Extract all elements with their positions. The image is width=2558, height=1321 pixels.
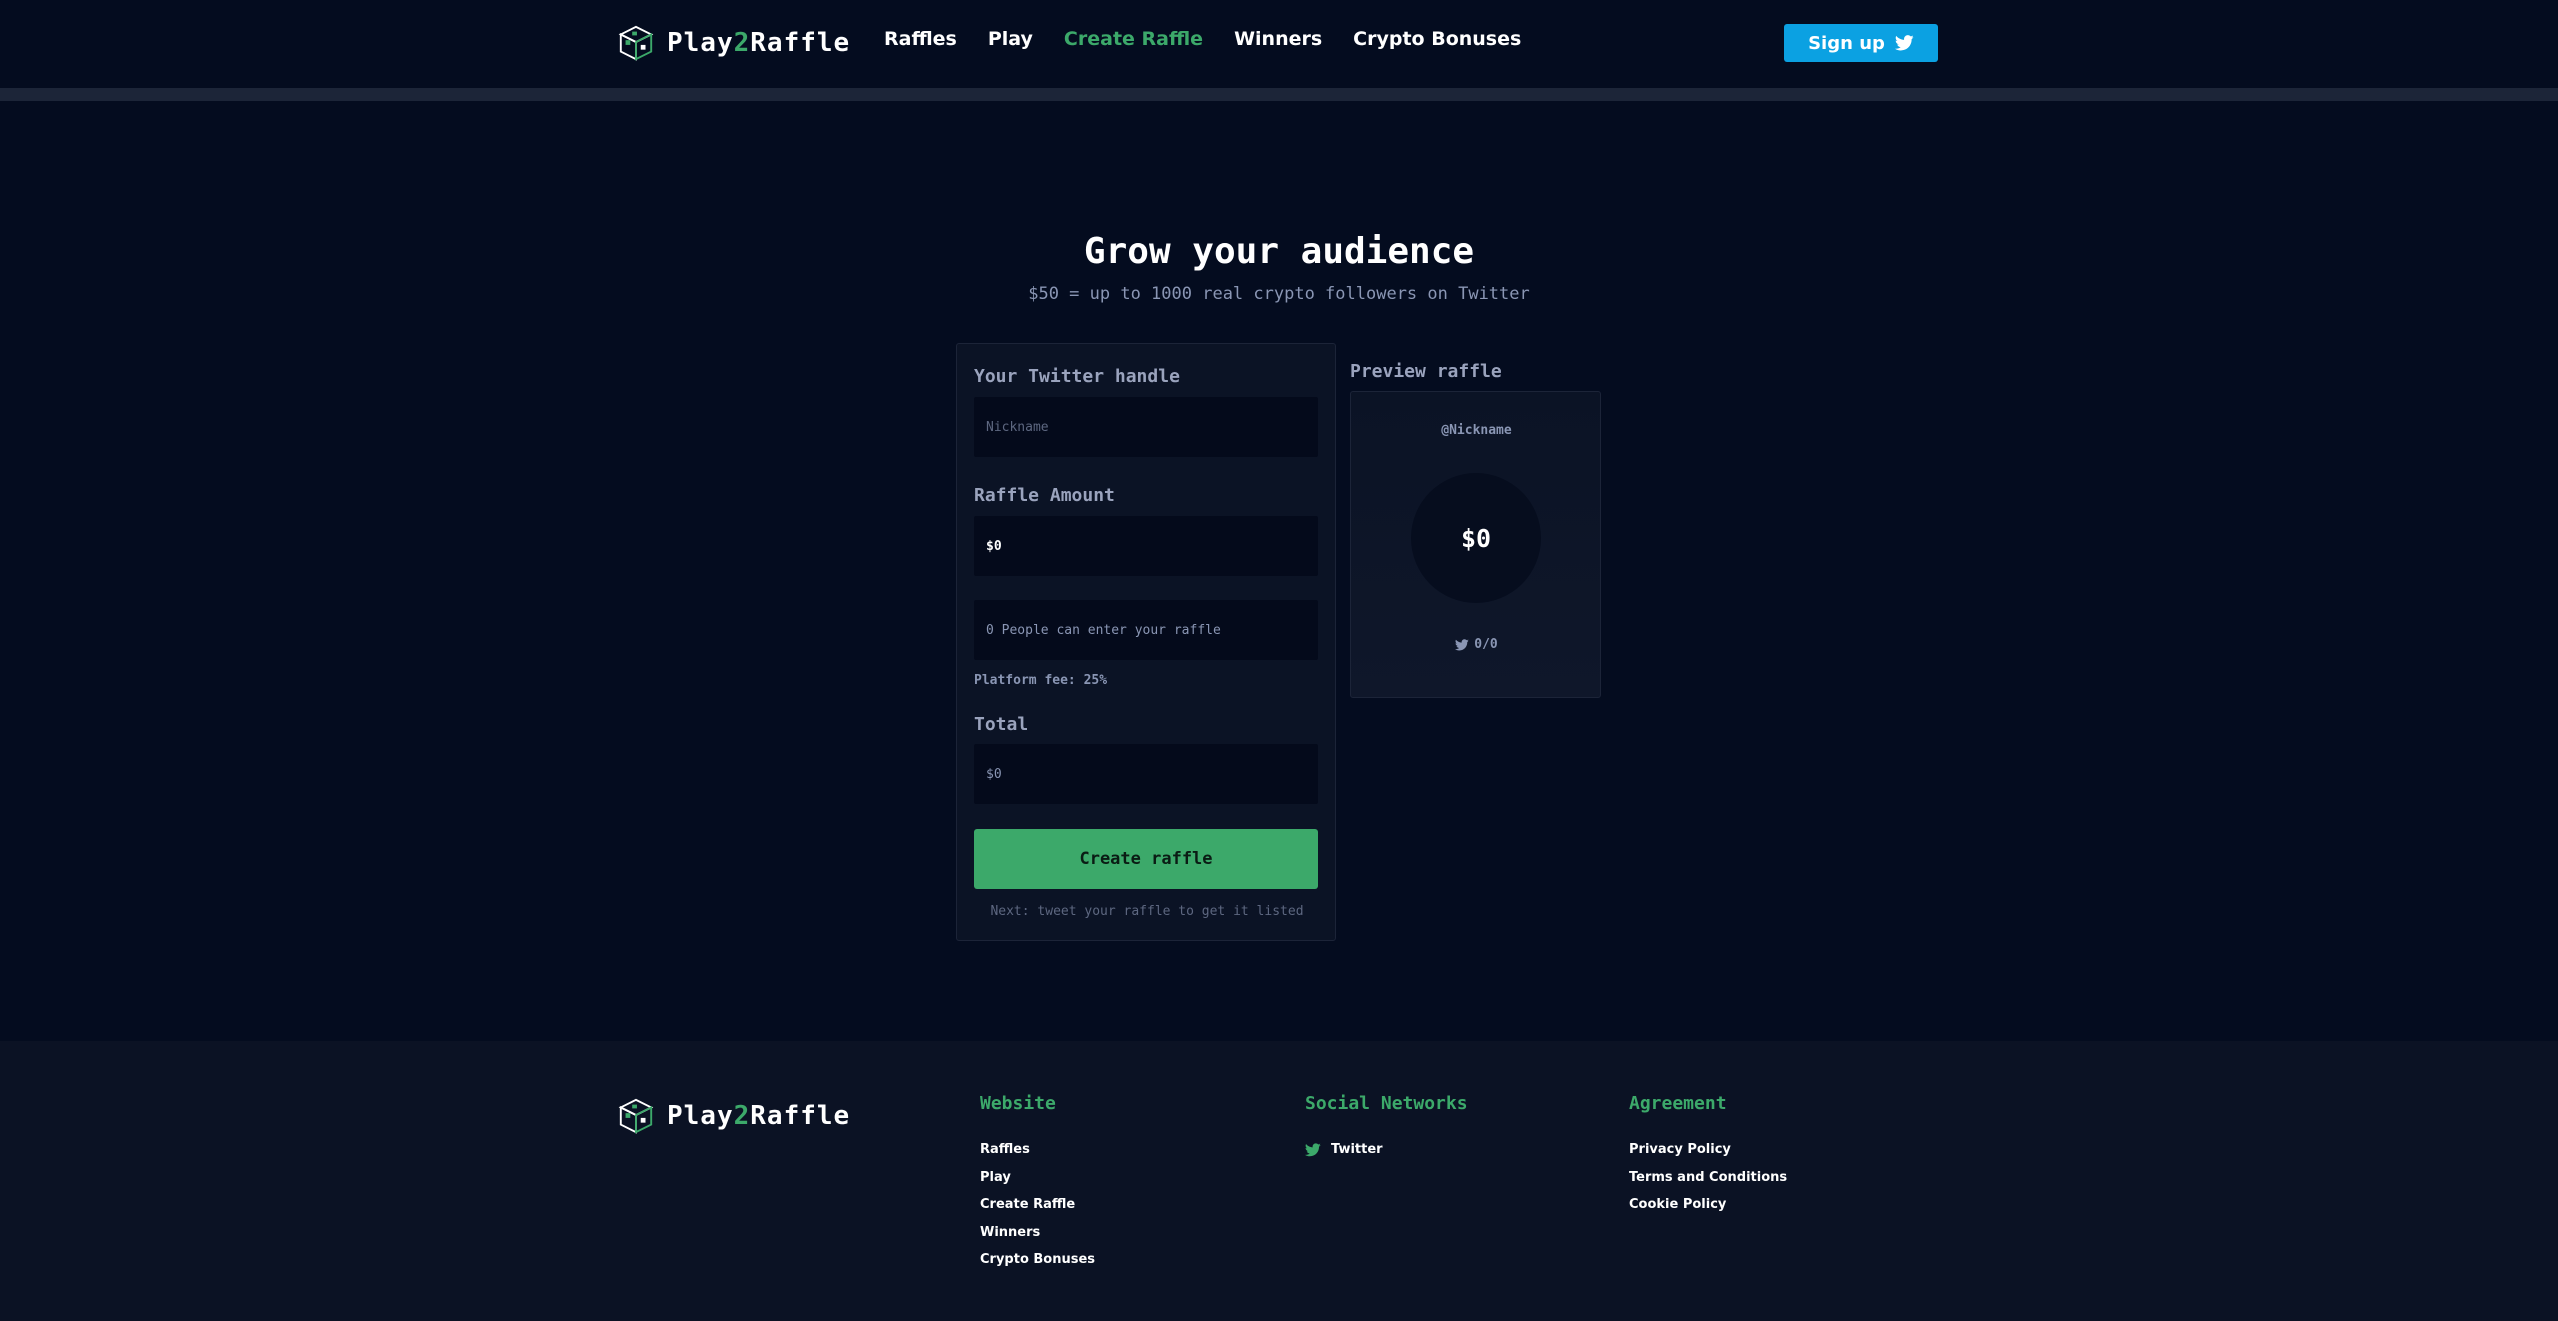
nav-item-winners[interactable]: Winners [1234, 28, 1322, 50]
raffle-amount-input[interactable]: $0 [974, 516, 1318, 576]
footer-brand-logo[interactable]: Play2Raffle [617, 1097, 850, 1135]
footer-website-heading: Website [980, 1093, 1056, 1114]
footer-social-heading: Social Networks [1305, 1093, 1468, 1114]
footer-link-terms[interactable]: Terms and Conditions [1629, 1164, 1787, 1192]
footer-agreement-column: Agreement Privacy Policy Terms and Condi… [1629, 1093, 1787, 1219]
create-raffle-button[interactable]: Create raffle [974, 829, 1318, 889]
twitter-icon [1894, 35, 1914, 51]
footer-social-column: Social Networks Twitter [1305, 1093, 1468, 1164]
footer-link-crypto-bonuses[interactable]: Crypto Bonuses [980, 1246, 1095, 1274]
total-field: $0 [974, 744, 1318, 804]
total-label: Total [974, 714, 1029, 735]
footer-website-column: Website Raffles Play Create Raffle Winne… [980, 1093, 1095, 1274]
preview-label: Preview raffle [1350, 361, 1502, 382]
brand-logo[interactable]: Play2Raffle [617, 24, 850, 62]
preview-handle: @Nickname [1441, 423, 1512, 438]
next-step-note: Next: tweet your raffle to get it listed [990, 904, 1304, 919]
page-subtitle: $50 = up to 1000 real crypto followers o… [1028, 284, 1530, 304]
amount-label: Raffle Amount [974, 485, 1115, 506]
twitter-icon [1455, 638, 1470, 650]
header-divider [0, 88, 2558, 101]
site-footer: Play2Raffle Website Raffles Play Create … [0, 1041, 2558, 1321]
people-count-field: 0 People can enter your raffle [974, 600, 1318, 660]
create-raffle-form: Your Twitter handle Raffle Amount $0 0 P… [956, 343, 1336, 941]
preview-amount: $0 [1460, 523, 1492, 553]
brand-name: Play2Raffle [667, 28, 851, 58]
footer-link-winners[interactable]: Winners [980, 1219, 1095, 1247]
handle-label: Your Twitter handle [974, 366, 1180, 387]
main-nav: Raffles Play Create Raffle Winners Crypt… [884, 28, 1521, 50]
footer-link-create-raffle[interactable]: Create Raffle [980, 1191, 1095, 1219]
footer-agreement-heading: Agreement [1629, 1093, 1727, 1114]
footer-link-privacy-policy[interactable]: Privacy Policy [1629, 1136, 1787, 1164]
footer-brand-name: Play2Raffle [667, 1101, 851, 1131]
raffle-preview-card: @Nickname $0 0/0 [1350, 391, 1601, 698]
preview-amount-circle: $0 [1411, 473, 1541, 603]
cube-logo-icon [618, 25, 654, 61]
footer-link-twitter[interactable]: Twitter [1305, 1136, 1468, 1164]
platform-fee-text: Platform fee: 25% [974, 673, 1108, 688]
signup-button[interactable]: Sign up [1784, 24, 1938, 62]
footer-link-play[interactable]: Play [980, 1164, 1095, 1192]
footer-link-twitter-label: Twitter [1331, 1142, 1383, 1158]
page-title: Grow your audience [1083, 231, 1475, 272]
preview-count-text: 0/0 [1474, 637, 1498, 652]
signup-label: Sign up [1808, 32, 1885, 54]
nav-item-raffles[interactable]: Raffles [884, 28, 957, 50]
twitter-handle-input[interactable] [974, 397, 1318, 457]
cube-logo-icon [618, 1098, 654, 1134]
footer-link-cookie-policy[interactable]: Cookie Policy [1629, 1191, 1787, 1219]
site-header: Play2Raffle Raffles Play Create Raffle W… [0, 0, 2558, 88]
nav-item-crypto-bonuses[interactable]: Crypto Bonuses [1353, 28, 1521, 50]
nav-item-play[interactable]: Play [988, 28, 1033, 50]
twitter-icon [1305, 1143, 1321, 1157]
nav-item-create-raffle[interactable]: Create Raffle [1064, 28, 1203, 50]
preview-entry-count: 0/0 [1351, 637, 1602, 652]
footer-link-raffles[interactable]: Raffles [980, 1136, 1095, 1164]
